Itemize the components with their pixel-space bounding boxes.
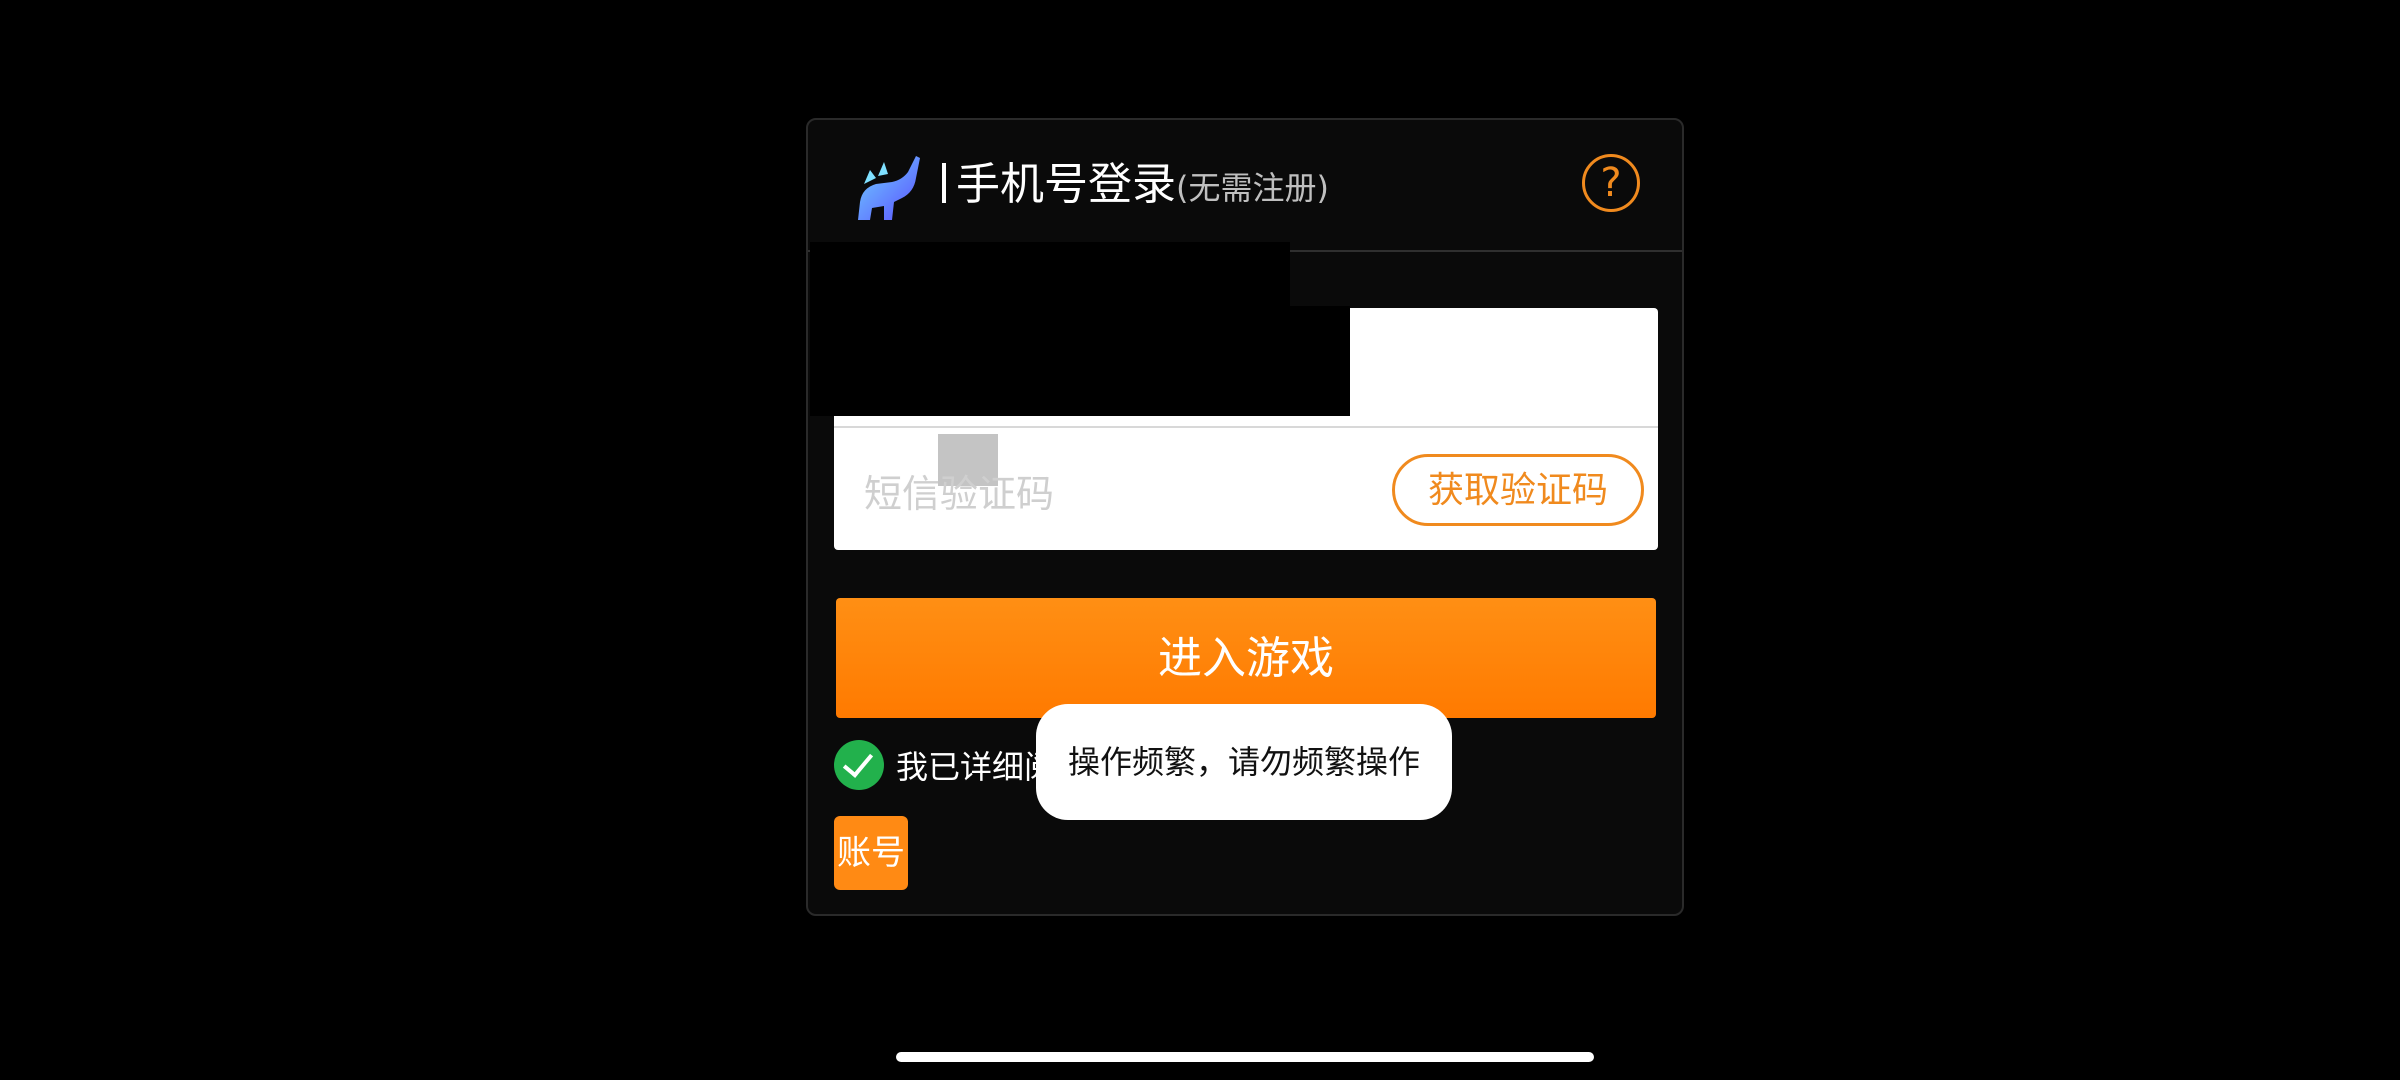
home-indicator[interactable] xyxy=(896,1052,1594,1062)
redacted-phone xyxy=(810,306,1350,416)
title-subtitle: (无需注册) xyxy=(1176,169,1329,207)
agreement-prefix: 我已详细阅 xyxy=(896,748,1057,786)
sms-code-input[interactable] xyxy=(862,458,1366,530)
phone-row xyxy=(810,306,1658,428)
toast-message: 操作频繁，请勿频繁操作 xyxy=(1036,704,1452,820)
page-title: 手机号登录(无需注册) xyxy=(942,150,1329,223)
account-login-button[interactable]: 账号 xyxy=(834,816,908,890)
screen: 手机号登录(无需注册) ? 获取验证码 进入游戏 我已详细阅议 账号 操作频繁，… xyxy=(0,0,2400,1080)
help-icon[interactable]: ? xyxy=(1582,154,1640,212)
title-text: 手机号登录 xyxy=(956,159,1176,210)
agreement-checkbox-icon[interactable] xyxy=(834,740,884,790)
dialog-header: 手机号登录(无需注册) ? xyxy=(808,120,1682,252)
login-form: 获取验证码 xyxy=(810,306,1658,550)
get-code-button[interactable]: 获取验证码 xyxy=(1392,454,1644,526)
title-separator xyxy=(942,163,946,203)
enter-game-button[interactable]: 进入游戏 xyxy=(836,598,1656,718)
rhino-logo-icon xyxy=(858,156,920,220)
